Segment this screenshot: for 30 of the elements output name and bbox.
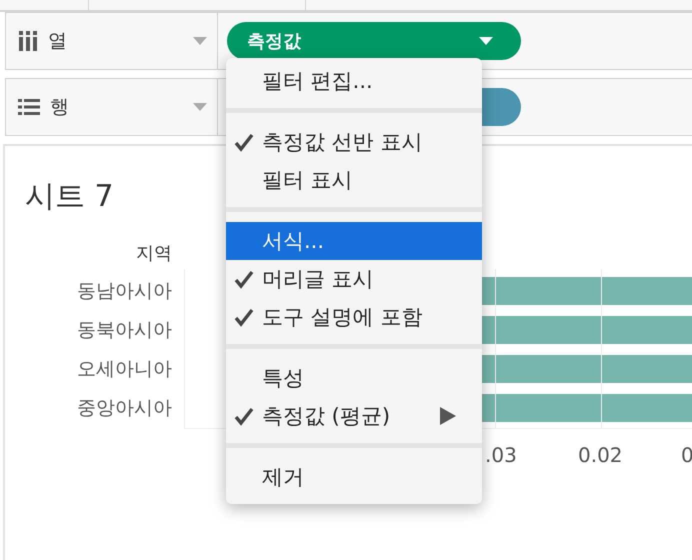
field-pill[interactable]: 측정값 <box>227 22 521 60</box>
menu-item[interactable]: 도구 설명에 포함 <box>226 298 482 336</box>
row-label: 동북아시아 <box>76 318 172 343</box>
row-label: 중앙아시아 <box>76 396 172 421</box>
checkmark-icon <box>234 132 254 152</box>
checkmark-icon <box>234 307 254 327</box>
row-label: 오세아니아 <box>76 357 172 382</box>
menu-item[interactable]: 머리글 표시 <box>226 260 482 298</box>
menu-item[interactable]: 특성 <box>226 359 482 397</box>
menu-item[interactable]: 제거 <box>226 458 482 496</box>
shelf-label: 행 <box>50 95 69 120</box>
axis-tick: .03 <box>485 443 517 467</box>
caret-icon <box>193 103 207 111</box>
checkmark-icon <box>234 269 254 289</box>
columns-icon <box>18 31 38 51</box>
sheet-title: 시트 7 <box>25 178 114 216</box>
caret-icon <box>479 37 493 45</box>
axis-tick: 0.02 <box>578 443 623 467</box>
menu-item[interactable]: 필터 편집... <box>226 62 482 100</box>
menu-item[interactable]: 서식... <box>226 222 482 260</box>
rows-icon <box>18 98 40 116</box>
row-label: 동남아시아 <box>76 279 172 304</box>
caret-icon <box>193 37 207 45</box>
submenu-arrow-icon <box>440 407 456 425</box>
checkmark-icon <box>234 406 254 426</box>
menu-item[interactable]: 측정값 (평균) <box>226 397 482 435</box>
shelf-label: 열 <box>48 29 67 54</box>
menu-item[interactable]: 필터 표시 <box>226 161 482 199</box>
menu-item[interactable]: 측정값 선반 표시 <box>226 123 482 161</box>
column-header: 지역 <box>135 242 172 265</box>
